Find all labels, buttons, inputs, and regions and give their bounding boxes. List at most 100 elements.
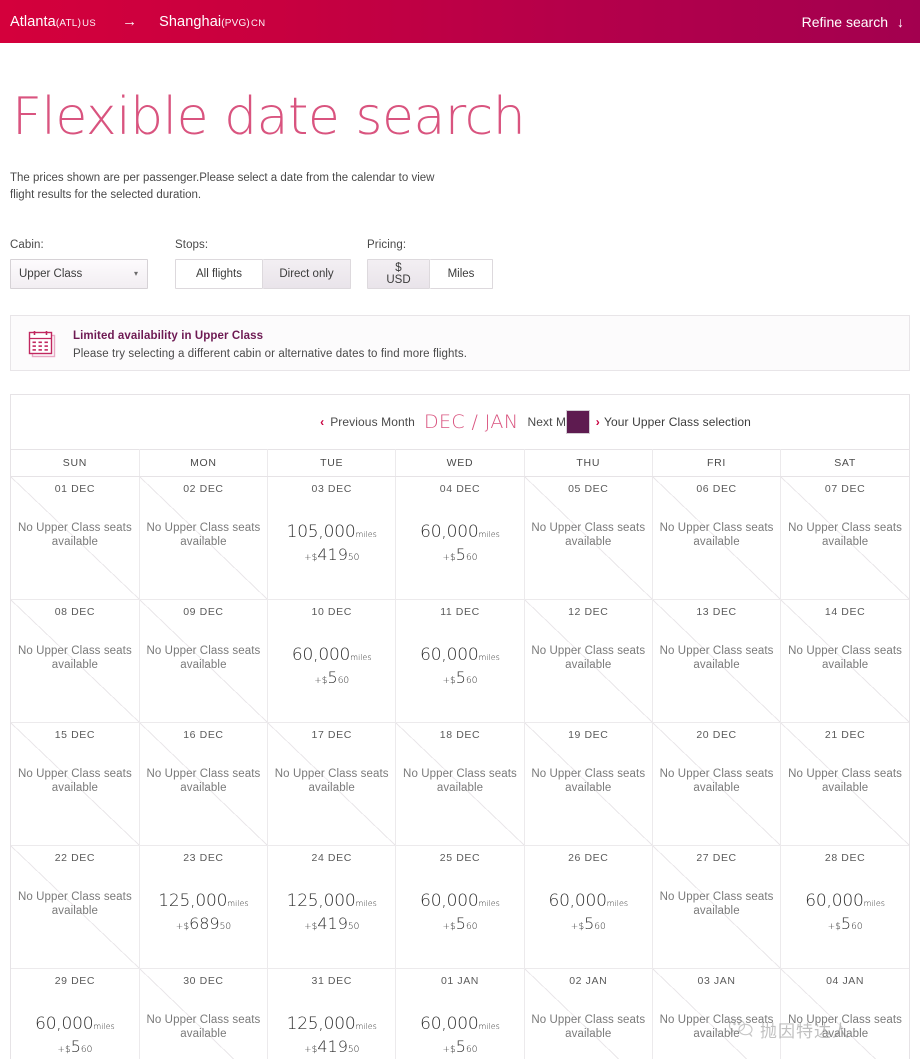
stops-option-all-flights[interactable]: All flights <box>175 259 263 290</box>
cash-prefix: +$ <box>304 1045 318 1056</box>
calendar-day-cell: 04 JAN No Upper Class seats available <box>780 968 909 1059</box>
cash-value: 689 <box>189 914 220 934</box>
route-arrow-icon: → <box>122 13 138 30</box>
calendar-day-date: 21 DEC <box>824 729 866 742</box>
calendar-day-miles: 60,000miles <box>268 645 395 665</box>
miles-value: 60,000 <box>420 1014 479 1035</box>
calendar-day-cell[interactable]: 29 DEC 60,000miles +$560 <box>11 968 140 1059</box>
calendar-day-date: 04 DEC <box>439 483 481 496</box>
miles-value: 60,000 <box>291 645 351 666</box>
origin-country-label: US <box>82 17 97 29</box>
calendar-day-body: No Upper Class seats available <box>653 522 780 548</box>
destination-city-label: Shanghai <box>159 13 222 30</box>
cash-prefix: +$ <box>304 922 318 933</box>
refine-search-label: Refine search <box>801 13 888 30</box>
calendar-day-unavailable: No Upper Class seats available <box>659 768 774 794</box>
cash-prefix: +$ <box>314 676 328 687</box>
calendar-day-cell: 19 DEC No Upper Class seats available <box>524 722 653 847</box>
calendar-day-date: 01 JAN <box>440 975 479 988</box>
calendar-day-cell: 15 DEC No Upper Class seats available <box>11 722 140 847</box>
calendar-day-cell: 27 DEC No Upper Class seats available <box>652 845 782 970</box>
pricing-option-miles[interactable]: Miles <box>430 259 493 290</box>
cabin-select[interactable]: Upper Class ▾ <box>10 259 148 290</box>
calendar-day-date: 06 DEC <box>696 483 737 496</box>
calendar-day-body: 60,000miles +$560 <box>396 522 523 564</box>
calendar-day-miles: 60,000miles <box>11 1014 139 1034</box>
calendar-day-cell: 02 DEC No Upper Class seats available <box>139 476 269 601</box>
miles-unit: miles <box>606 899 629 909</box>
calendar-day-cash: +$68950 <box>140 914 267 933</box>
miles-unit: miles <box>355 899 377 909</box>
pricing-segmented-control: $ USD Miles <box>367 259 493 290</box>
calendar-day-cell: 16 DEC No Upper Class seats available <box>139 722 269 847</box>
calendar-day-date: 20 DEC <box>696 729 737 742</box>
route-header-bar: Atlanta(ATL)US → Shanghai(PVG)CN Refine … <box>0 0 920 43</box>
miles-value: 60,000 <box>548 891 607 912</box>
calendar-day-body: No Upper Class seats available <box>781 768 909 794</box>
calendar-day-cell[interactable]: 11 DEC 60,000miles +$560 <box>395 599 525 724</box>
calendar-day-unavailable: No Upper Class seats available <box>146 522 261 548</box>
calendar-day-unavailable: No Upper Class seats available <box>146 645 261 671</box>
calendar-day-date: 09 DEC <box>183 606 224 619</box>
previous-month-button[interactable]: ‹ Previous Month <box>320 415 415 429</box>
calendar-week-row: 29 DEC 60,000miles +$560 30 DEC No Upper Cla… <box>11 968 909 1059</box>
calendar-day-body: 125,000miles +$41950 <box>268 891 395 933</box>
refine-search-button[interactable]: Refine search ↓ <box>802 14 904 30</box>
miles-unit: miles <box>93 1022 115 1032</box>
cash-value: 5 <box>455 1037 466 1057</box>
calendar-day-cell: 17 DEC No Upper Class seats available <box>267 722 397 847</box>
calendar-day-cell[interactable]: 04 DEC 60,000miles +$560 <box>395 476 525 601</box>
calendar-day-cell[interactable]: 31 DEC 125,000miles +$41950 <box>267 968 397 1059</box>
cabin-selected-value: Upper Class <box>19 268 83 281</box>
day-header-row: SUN MON TUE WED THU FRI SAT <box>11 449 909 478</box>
calendar-day-cell: 02 JAN No Upper Class seats available <box>524 968 653 1059</box>
miles-unit: miles <box>355 1022 377 1032</box>
pricing-filter-group: Pricing: $ USD Miles <box>367 239 493 290</box>
cash-cents: 50 <box>347 553 360 564</box>
calendar-day-cell[interactable]: 26 DEC 60,000miles +$560 <box>524 845 653 970</box>
calendar-day-cell: 12 DEC No Upper Class seats available <box>524 599 653 724</box>
cash-value: 5 <box>455 668 466 688</box>
stops-option-direct-only[interactable]: Direct only <box>263 259 351 290</box>
calendar-day-cell[interactable]: 01 JAN 60,000miles +$560 <box>395 968 525 1059</box>
calendar-day-date: 17 DEC <box>311 729 352 742</box>
calendar-day-date: 04 JAN <box>826 975 865 988</box>
calendar-day-cell[interactable]: 10 DEC 60,000miles +$560 <box>267 599 397 724</box>
calendar-day-cell: 03 JAN No Upper Class seats available <box>652 968 782 1059</box>
calendar-day-unavailable: No Upper Class seats available <box>17 522 132 548</box>
chevron-down-icon: ▾ <box>133 269 138 279</box>
cash-cents: 50 <box>347 1045 360 1056</box>
calendar-head: SUN MON TUE WED THU FRI SAT <box>11 449 909 478</box>
calendar-day-cell[interactable]: 25 DEC 60,000miles +$560 <box>395 845 525 970</box>
cash-cents: 60 <box>465 553 478 564</box>
day-header-sat: SAT <box>780 449 909 478</box>
calendar-day-cell: 06 DEC No Upper Class seats available <box>652 476 782 601</box>
calendar-day-body: 60,000miles +$560 <box>396 891 523 933</box>
calendar-day-date: 08 DEC <box>54 606 96 619</box>
pricing-option-usd[interactable]: $ USD <box>367 259 430 290</box>
calendar-day-cash: +$560 <box>11 1037 139 1056</box>
destination-code-label: (PVG) <box>221 17 250 29</box>
calendar-day-cell[interactable]: 28 DEC 60,000miles +$560 <box>780 845 909 970</box>
limited-availability-notice: Limited availability in Upper Class Plea… <box>10 315 910 372</box>
calendar-day-date: 02 DEC <box>183 483 224 496</box>
calendar-day-cell[interactable]: 24 DEC 125,000miles +$41950 <box>267 845 397 970</box>
calendar-day-cell: 18 DEC No Upper Class seats available <box>395 722 525 847</box>
calendar-day-miles: 60,000miles <box>396 1014 523 1034</box>
cash-prefix: +$ <box>442 553 456 564</box>
calendar-day-body: 60,000miles +$560 <box>781 891 909 933</box>
miles-unit: miles <box>350 653 372 663</box>
calendar-day-cell[interactable]: 03 DEC 105,000miles +$41950 <box>267 476 397 601</box>
page-intro-text: The prices shown are per passenger.Pleas… <box>10 172 435 201</box>
calendar-day-cell[interactable]: 23 DEC 125,000miles +$68950 <box>139 845 269 970</box>
calendar-day-date: 19 DEC <box>568 729 609 742</box>
miles-value: 60,000 <box>420 891 479 912</box>
calendar-legend: Your Upper Class selection <box>566 410 751 435</box>
stops-segmented-control: All flights Direct only <box>175 259 351 290</box>
cash-value: 5 <box>70 1037 81 1057</box>
calendar-day-date: 25 DEC <box>439 852 481 865</box>
calendar-day-body: 60,000miles +$560 <box>396 1014 523 1056</box>
calendar-month-navigation: ‹ Previous Month DEC / JAN Next Month › … <box>11 395 909 450</box>
calendar-day-date: 15 DEC <box>54 729 96 742</box>
destination-country-label: CN <box>250 17 266 29</box>
